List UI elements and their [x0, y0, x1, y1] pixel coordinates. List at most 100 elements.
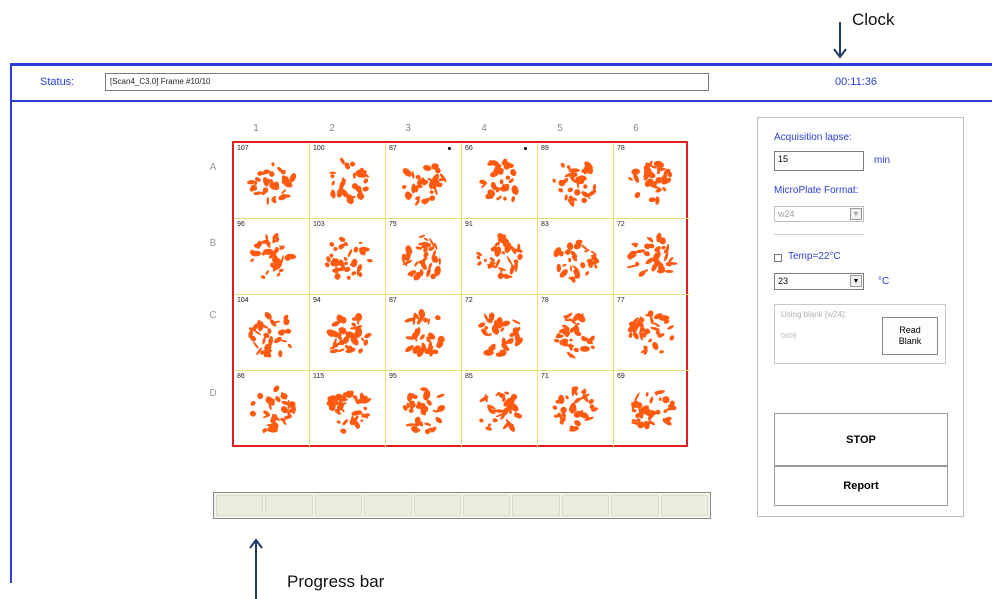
clock-annotation-label: Clock [852, 10, 895, 29]
well-count: 104 [237, 297, 249, 304]
well-count: 96 [237, 221, 245, 228]
well-count: 85 [465, 373, 473, 380]
plate-well: 103 [310, 219, 386, 295]
progress-segment [463, 495, 511, 516]
report-button[interactable]: Report [774, 466, 948, 506]
plate-well: 94 [310, 295, 386, 371]
plate-well: 72 [462, 295, 538, 371]
progress-segment [561, 495, 610, 516]
plate-well: 78 [614, 143, 690, 219]
plate-well: 100 [310, 143, 386, 219]
acquisition-unit: min [874, 155, 891, 166]
well-count: 66 [465, 145, 473, 152]
clock: 00:11:36 [835, 76, 878, 88]
colony-image [324, 236, 373, 280]
blank-id: 0808 [781, 333, 797, 340]
column-label: 5 [557, 123, 563, 134]
well-count: 115 [313, 373, 325, 380]
progress-segment [265, 495, 313, 516]
column-label: 4 [481, 123, 487, 134]
acquisition-lapse-label: Acquisition lapse: [774, 132, 852, 143]
read-blank-button[interactable]: Read Blank [882, 317, 938, 355]
plate-well: 71 [538, 371, 614, 447]
colony-image [402, 387, 446, 435]
progress-segment [512, 495, 560, 516]
colony-image [326, 390, 372, 434]
well-count: 72 [617, 221, 625, 228]
well-count: 94 [313, 297, 321, 304]
plate-well: 78 [538, 295, 614, 371]
colony-image [326, 313, 372, 354]
clock-arrow-icon [833, 22, 847, 59]
plate-well: 83 [538, 219, 614, 295]
colony-image [246, 162, 297, 206]
well-count: 78 [617, 145, 625, 152]
progress-segment [413, 495, 462, 516]
stop-button[interactable]: STOP [774, 413, 948, 466]
well-count: 75 [389, 221, 397, 228]
plate-well: 104 [234, 295, 310, 371]
blank-group: Using blank [w24]: 0808 Read Blank [774, 304, 946, 364]
marker-dot-icon [448, 147, 451, 150]
microplate-format-label: MicroPlate Format: [774, 185, 859, 196]
microplate-grid: 107 100 87 66 89 78 96 103 75 91 83 72 104 94 87 72 78 77… [232, 141, 690, 447]
microplate-format-select[interactable]: w24 ▼ [774, 206, 864, 222]
colony-image [630, 390, 677, 430]
plate-well: 87 [386, 143, 462, 219]
temp-value: 23 [778, 276, 789, 286]
plate-well: 89 [538, 143, 614, 219]
well-count: 103 [313, 221, 325, 228]
row-label: B [209, 238, 217, 249]
plate-well: 85 [462, 371, 538, 447]
colony-image [249, 385, 297, 434]
plate-well: 115 [310, 371, 386, 447]
well-count: 87 [389, 145, 397, 152]
well-count: 86 [237, 373, 245, 380]
progress-segment [660, 495, 709, 516]
well-count: 83 [541, 221, 549, 228]
colony-image [627, 310, 675, 355]
temp-select[interactable]: 23 ▼ [774, 273, 864, 290]
temp-label: Temp=22°C [788, 251, 841, 262]
colony-image [626, 232, 678, 277]
plate-well: 96 [234, 219, 310, 295]
well-count: 100 [313, 145, 325, 152]
status-field: [Scan4_C3.0] Frame #10/10 [105, 73, 709, 91]
microplate-format-value: w24 [778, 209, 795, 219]
blank-title: Using blank [w24]: [781, 310, 847, 319]
row-label: D [209, 388, 217, 399]
well-count: 72 [465, 297, 473, 304]
colony-image [553, 312, 595, 359]
temp-checkbox[interactable] [774, 254, 782, 262]
well-count: 77 [617, 297, 625, 304]
settings-panel: Acquisition lapse: 15 min MicroPlate For… [757, 117, 964, 517]
colony-image [552, 386, 598, 432]
colony-image [404, 308, 445, 357]
colony-image [478, 312, 523, 357]
marker-dot-icon [524, 147, 527, 150]
well-count: 91 [465, 221, 473, 228]
row-label: C [209, 310, 217, 321]
chevron-down-icon: ▼ [850, 208, 862, 220]
progress-segment [364, 495, 412, 516]
progress-segment [216, 495, 264, 516]
colony-image [553, 239, 600, 283]
colony-image [402, 163, 447, 206]
column-label: 1 [253, 123, 259, 134]
plate-well: 77 [614, 295, 690, 371]
well-count: 95 [389, 373, 397, 380]
well-count: 69 [617, 373, 625, 380]
well-count: 89 [541, 145, 549, 152]
colony-image [248, 312, 292, 358]
row-label: A [209, 162, 217, 173]
plate-well: 95 [386, 371, 462, 447]
plate-well: 91 [462, 219, 538, 295]
acquisition-lapse-input[interactable]: 15 [774, 151, 864, 171]
progress-segment [611, 495, 659, 516]
status-label: Status: [40, 76, 75, 88]
plate-well: 86 [234, 371, 310, 447]
panel-separator [774, 234, 864, 235]
well-count: 71 [541, 373, 549, 380]
column-label: 3 [405, 123, 411, 134]
chevron-down-icon: ▼ [850, 275, 862, 287]
